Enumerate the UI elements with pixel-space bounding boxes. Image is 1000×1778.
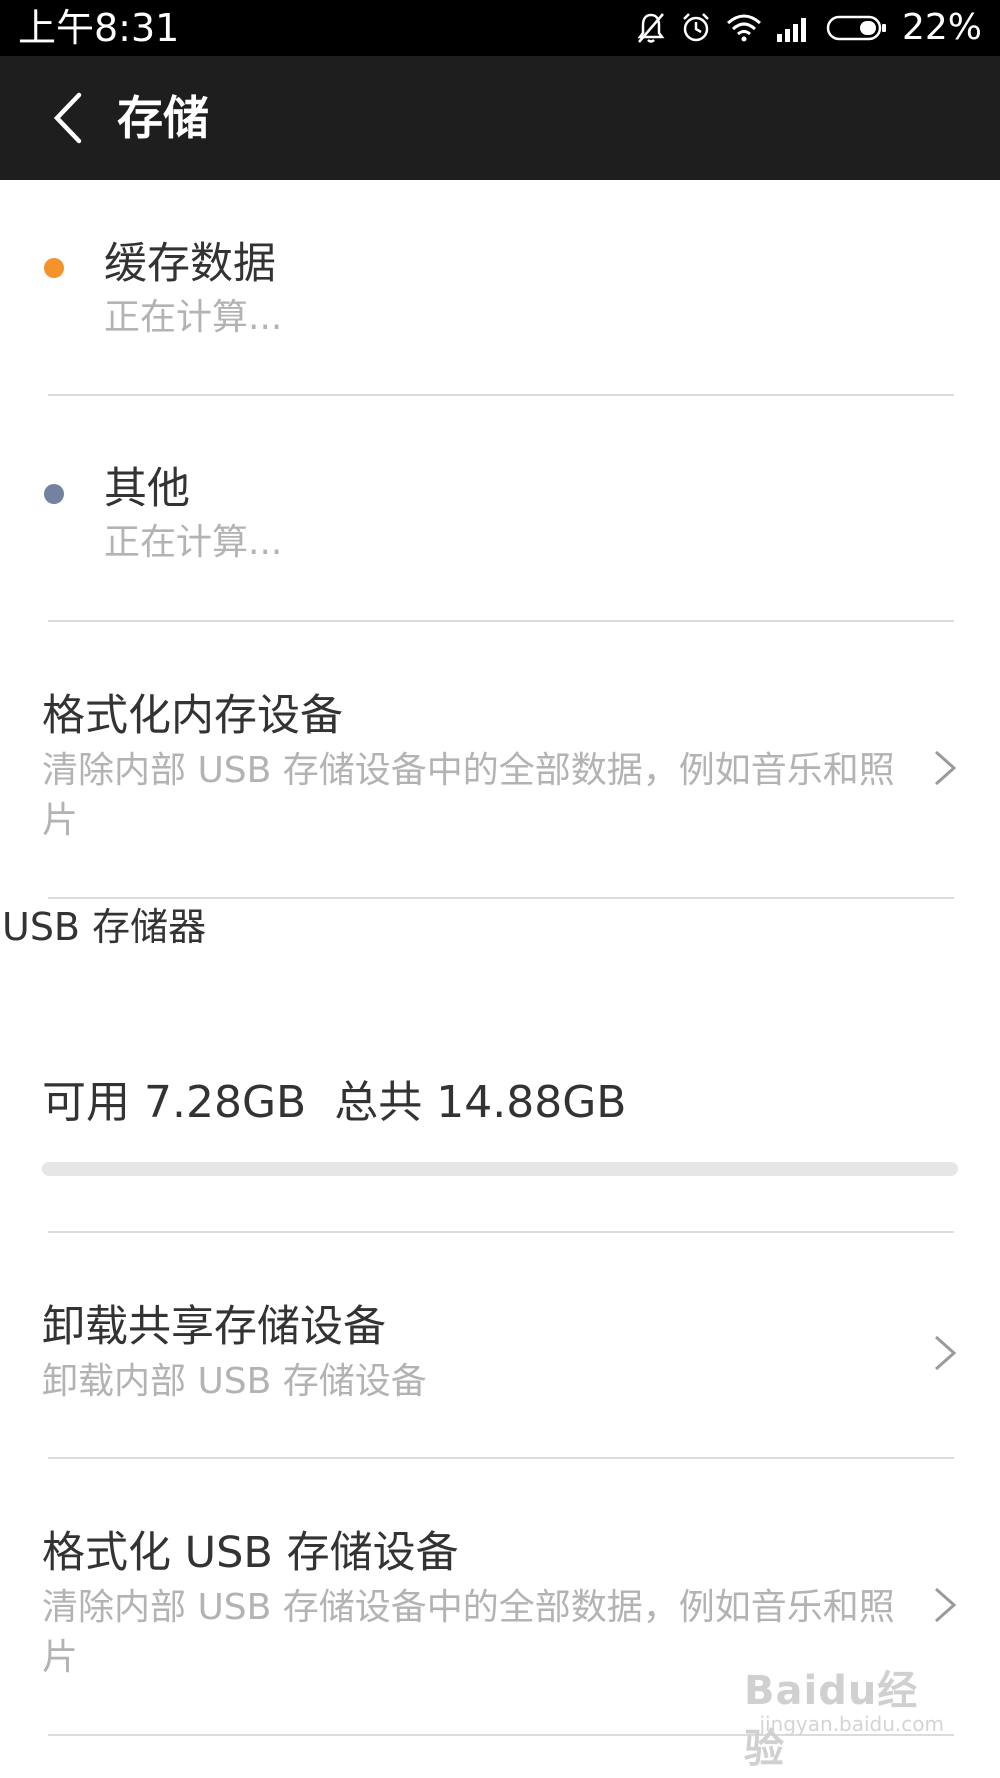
row-subtitle: 卸载内部 USB 存储设备 (42, 1361, 427, 1402)
usb-storage-section-header: USB 存储器 (2, 905, 207, 949)
storage-usage-fill (42, 1162, 510, 1176)
bell-muted-icon (637, 13, 665, 43)
battery-icon (826, 15, 886, 41)
battery-percent: 22% (901, 7, 982, 48)
back-arrow-icon (53, 92, 82, 144)
status-time: 上午8:31 (18, 6, 180, 50)
total-space: 总共 14.88GB (334, 1077, 627, 1128)
row-title: 格式化 USB 存储设备 (42, 1528, 459, 1578)
alarm-icon (683, 13, 709, 42)
legend-item-other: 其他 正在计算... (0, 396, 1000, 620)
legend-subtitle: 正在计算... (104, 297, 283, 338)
available-space: 可用 7.28GB (42, 1077, 307, 1128)
page-title: 存储 (117, 91, 209, 145)
legend-item-cache: 缓存数据 正在计算... (0, 180, 1000, 395)
storage-usage-bar (42, 1162, 958, 1176)
chevron-right-icon (935, 1587, 957, 1623)
status-icons: 22% (636, 6, 982, 50)
format-internal-storage-row[interactable]: 格式化内存设备 清除内部 USB 存储设备中的全部数据，例如音乐和照片 (0, 622, 1000, 898)
chevron-right-icon (935, 750, 957, 786)
baidu-watermark: Baidu经验 jingyan.baidu.com (744, 1658, 944, 1772)
legend-subtitle: 正在计算... (104, 522, 283, 563)
legend-title: 其他 (104, 464, 190, 514)
legend-title: 缓存数据 (104, 239, 276, 289)
row-title: 卸载共享存储设备 (42, 1302, 386, 1352)
back-button[interactable] (30, 80, 106, 156)
watermark-url: jingyan.baidu.com (759, 1712, 944, 1736)
wifi-icon (726, 14, 761, 42)
chevron-right-icon (935, 1335, 957, 1371)
storage-capacity-text: 可用 7.28GB 总共 14.88GB (42, 1074, 626, 1132)
unmount-shared-storage-row[interactable]: 卸载共享存储设备 卸载内部 USB 存储设备 (0, 1233, 1000, 1457)
status-bar: 上午8:31 22% (0, 0, 1000, 56)
divider (48, 897, 954, 899)
legend-dot-other (44, 484, 64, 504)
action-bar: 存储 (0, 56, 1000, 180)
legend-dot-cache (44, 258, 64, 278)
row-subtitle: 清除内部 USB 存储设备中的全部数据，例如音乐和照片 (42, 750, 895, 841)
row-title: 格式化内存设备 (42, 691, 343, 741)
signal-icon (776, 18, 806, 42)
